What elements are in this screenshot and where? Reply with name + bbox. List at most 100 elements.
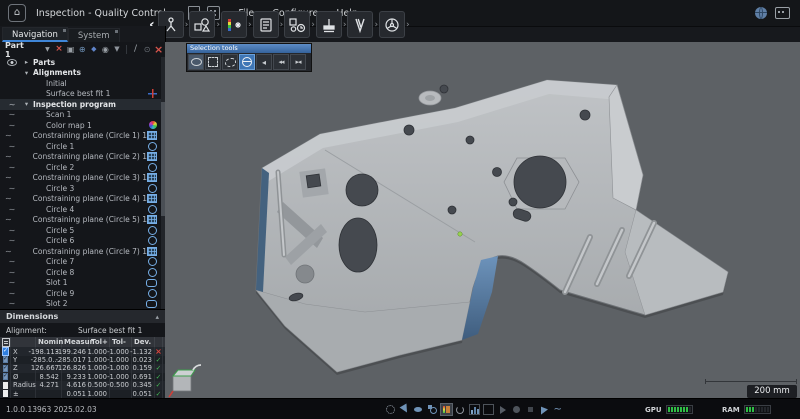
pointer-icon[interactable] bbox=[399, 404, 410, 415]
rotate-left-select-icon[interactable] bbox=[256, 54, 272, 70]
feedback-icon[interactable] bbox=[775, 7, 790, 19]
colormap-tools-button[interactable] bbox=[221, 11, 247, 38]
expand-group-icon[interactable]: › bbox=[185, 20, 189, 30]
tree-item[interactable]: Constraining plane (Circle 2) 1 bbox=[0, 152, 165, 163]
tree-item[interactable]: Slot 2 bbox=[0, 299, 165, 310]
tree-item[interactable]: Constraining plane (Circle 3) 1 bbox=[0, 173, 165, 184]
row-checkbox[interactable] bbox=[3, 348, 8, 355]
tree-caret-icon[interactable] bbox=[20, 69, 33, 77]
features-icon[interactable] bbox=[427, 404, 438, 415]
report-tools-button[interactable] bbox=[253, 11, 279, 38]
volume-select-icon[interactable] bbox=[239, 54, 255, 70]
play-icon[interactable] bbox=[497, 404, 508, 415]
tree-item[interactable]: Circle 8 bbox=[0, 267, 165, 278]
model-tools-button[interactable] bbox=[379, 11, 405, 38]
row-checkbox[interactable] bbox=[3, 373, 8, 380]
filter-icon[interactable] bbox=[112, 44, 123, 55]
colormap-toggle-icon[interactable] bbox=[441, 404, 452, 415]
tree-item[interactable]: Initial bbox=[0, 78, 165, 89]
sidebar-tab[interactable]: System bbox=[68, 28, 120, 42]
gauge-tools-button[interactable] bbox=[347, 11, 373, 38]
column-header[interactable]: Measur bbox=[62, 337, 89, 347]
duplicate-icon[interactable] bbox=[65, 44, 76, 55]
align-icon[interactable] bbox=[77, 44, 88, 55]
column-header[interactable]: Tol- bbox=[110, 337, 132, 347]
tree-caret-icon[interactable] bbox=[20, 58, 33, 66]
home-icon[interactable]: ⌂ bbox=[8, 4, 26, 22]
tree-item[interactable]: Parts bbox=[0, 57, 165, 68]
cleanup-tools-button[interactable] bbox=[316, 11, 342, 38]
expand-group-icon[interactable]: › bbox=[406, 20, 410, 30]
3d-viewport[interactable]: Selection tools 200 mm bbox=[165, 42, 800, 398]
row-checkbox[interactable] bbox=[3, 382, 8, 389]
rotate-right-select-icon[interactable] bbox=[273, 54, 289, 70]
column-header[interactable] bbox=[11, 337, 36, 347]
column-header[interactable] bbox=[0, 337, 11, 347]
tree-item[interactable]: Constraining plane (Circle 4) 1 bbox=[0, 194, 165, 205]
column-header[interactable]: Nomin bbox=[36, 337, 62, 347]
globe-icon[interactable] bbox=[755, 7, 767, 19]
delete-icon[interactable] bbox=[54, 44, 65, 55]
dimension-row[interactable]: ± 0.051 1.000 0.051 bbox=[0, 390, 165, 399]
tree-item[interactable]: Slot 1 bbox=[0, 278, 165, 289]
tree-item[interactable]: Color map 1 bbox=[0, 120, 165, 131]
column-header[interactable]: Tol+ bbox=[89, 337, 110, 347]
feature-tools-button[interactable] bbox=[189, 11, 215, 38]
tree-item[interactable]: Inspection program bbox=[0, 99, 165, 110]
tree-item[interactable]: Scan 1 bbox=[0, 110, 165, 121]
freeform-select-icon[interactable] bbox=[222, 54, 238, 70]
refresh-icon[interactable] bbox=[455, 404, 466, 415]
row-checkbox[interactable] bbox=[3, 390, 8, 397]
dimension-row[interactable]: X -198.113 -199.246 1.000 -1.000 -1.132 bbox=[0, 347, 165, 356]
sphere-icon[interactable] bbox=[511, 404, 522, 415]
expand-group-icon[interactable]: › bbox=[216, 20, 220, 30]
settings-icon[interactable] bbox=[385, 404, 396, 415]
row-checkbox[interactable] bbox=[3, 356, 8, 363]
tree-item[interactable]: Circle 6 bbox=[0, 236, 165, 247]
paint-icon[interactable] bbox=[89, 44, 100, 55]
histogram-icon[interactable] bbox=[469, 404, 480, 415]
tree-item[interactable]: Constraining plane (Circle 1) 1 bbox=[0, 131, 165, 142]
tree-item[interactable]: Circle 4 bbox=[0, 204, 165, 215]
tree-item[interactable]: Circle 1 bbox=[0, 141, 165, 152]
tree-item[interactable]: Constraining plane (Circle 5) 1 bbox=[0, 215, 165, 226]
selection-tools-title[interactable]: Selection tools bbox=[187, 44, 311, 53]
expand-group-icon[interactable]: › bbox=[311, 20, 315, 30]
collapse-panel-icon[interactable]: ▴ bbox=[155, 313, 159, 321]
compare-tools-button[interactable] bbox=[284, 11, 310, 38]
expand-group-icon[interactable]: › bbox=[343, 20, 347, 30]
expand-group-icon[interactable]: › bbox=[374, 20, 378, 30]
expand-group-icon[interactable]: › bbox=[248, 20, 252, 30]
dimension-row[interactable]: Radius 4.271 4.616 0.500 -0.500 0.345 bbox=[0, 381, 165, 390]
dimensions-panel-header[interactable]: Dimensions ▴ bbox=[0, 309, 165, 323]
dimension-row[interactable]: Y -285.0... -285.017 1.000 -1.000 0.023 bbox=[0, 356, 165, 365]
tree-caret-icon[interactable] bbox=[20, 100, 33, 108]
tree-item[interactable]: Surface best fit 1 bbox=[0, 89, 165, 100]
tree-item[interactable]: Circle 9 bbox=[0, 288, 165, 299]
tree-item[interactable]: Circle 7 bbox=[0, 257, 165, 268]
tree-item[interactable]: Circle 2 bbox=[0, 162, 165, 173]
column-header[interactable] bbox=[155, 337, 163, 347]
remove-icon[interactable] bbox=[153, 44, 164, 55]
part-dropdown-icon[interactable]: ▼ bbox=[45, 46, 50, 53]
column-header[interactable]: Dev. bbox=[132, 337, 155, 347]
tree-item[interactable]: Circle 3 bbox=[0, 183, 165, 194]
expand-group-icon[interactable]: › bbox=[280, 20, 284, 30]
sidebar-tab[interactable]: Navigation bbox=[2, 27, 68, 42]
part-selector[interactable]: Part 1 bbox=[5, 41, 31, 59]
wing-icon[interactable] bbox=[539, 404, 550, 415]
row-checkbox[interactable] bbox=[3, 365, 8, 372]
alignment-value[interactable]: Surface best fit 1 bbox=[78, 326, 142, 335]
tree-item[interactable]: Circle 5 bbox=[0, 225, 165, 236]
measure-icon[interactable] bbox=[130, 44, 141, 55]
box-icon[interactable] bbox=[483, 404, 494, 415]
curve-icon[interactable] bbox=[553, 404, 564, 415]
mesh-icon[interactable] bbox=[525, 404, 536, 415]
dimension-row[interactable]: Ø 8.542 9.233 1.000 -1.000 0.691 bbox=[0, 373, 165, 382]
link-icon[interactable] bbox=[142, 44, 153, 55]
view-icon[interactable] bbox=[413, 404, 424, 415]
tree-item[interactable]: Alignments bbox=[0, 68, 165, 79]
tree-item[interactable]: Constraining plane (Circle 7) 1 bbox=[0, 246, 165, 257]
show-select-icon[interactable] bbox=[188, 54, 204, 70]
visibility-icon[interactable] bbox=[100, 44, 111, 55]
